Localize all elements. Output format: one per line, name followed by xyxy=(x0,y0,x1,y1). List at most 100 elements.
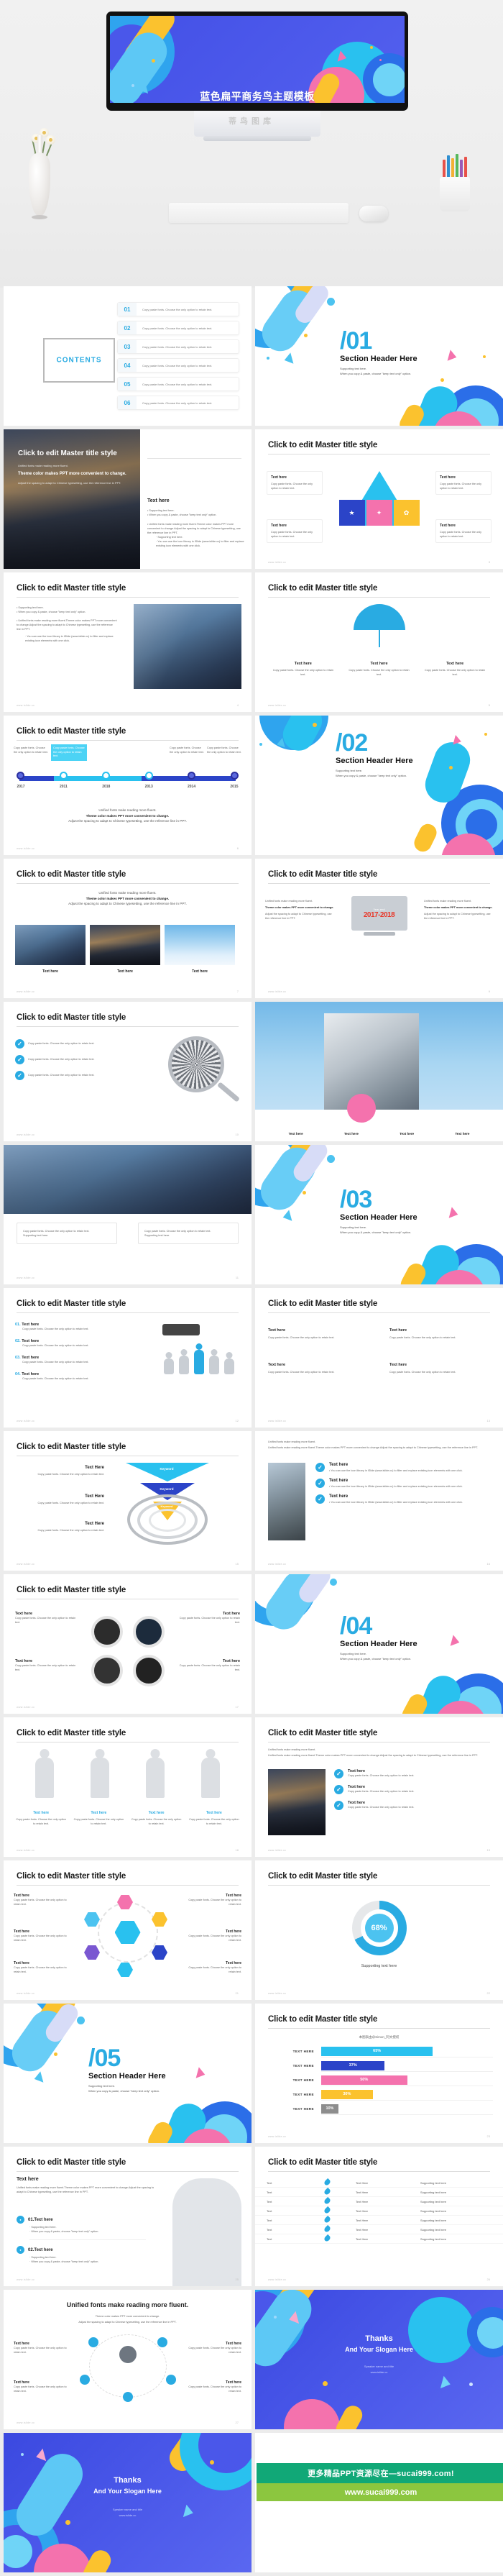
slide-master-title: Click to edit Master title style xyxy=(17,1872,126,1881)
slide-timeline[interactable]: Click to edit Master title style 2017 20… xyxy=(4,716,251,855)
slide-stock-card[interactable]: Click to edit Master title style Unified… xyxy=(255,859,503,998)
slide-building-photo[interactable]: Text here Text here Text here Text here xyxy=(255,1002,503,1141)
funnel-label: Text Here xyxy=(85,1522,104,1526)
contents-item[interactable]: 03 Copy paste fonts. Choose the only opt… xyxy=(117,339,239,354)
body-text: Unified fonts make reading more fluent.T… xyxy=(268,1754,479,1757)
body-text: Copy paste fonts. Choose the only option… xyxy=(22,1344,89,1348)
slide-person-list[interactable]: Click to edit Master title style Text he… xyxy=(4,2147,251,2286)
donut-chart: 68% xyxy=(351,1901,407,1955)
slide-sky-boxes[interactable]: Copy paste fonts. Choose the only option… xyxy=(4,1145,251,1284)
slide-thanks-2[interactable]: Thanks And Your Slogan Here Speaker name… xyxy=(4,2433,251,2572)
slide-donut-chart[interactable]: Click to edit Master title style 68% Sup… xyxy=(255,1860,503,2000)
table-row: Text Text Here Supporting text here xyxy=(255,2224,503,2234)
slide-row: Click to edit Master title style • Suppo… xyxy=(0,572,503,712)
body-text: Unified fonts make reading more fluent. xyxy=(18,464,68,467)
slide-aerial-checks[interactable]: Unified fonts make reading more fluent. … xyxy=(255,1431,503,1571)
bullet-icon: ● xyxy=(17,2216,24,2224)
slide-page-number: 4 xyxy=(236,703,239,707)
slide-row: Thanks And Your Slogan Here Speaker name… xyxy=(0,2433,503,2572)
slide-page-number: 25 xyxy=(235,2278,239,2281)
stock-card-year: 2017-2018 xyxy=(363,911,395,919)
table-cell: Supporting text here xyxy=(420,2209,447,2213)
list-number: 01. xyxy=(15,1323,21,1327)
contents-item[interactable]: 05 Copy paste fonts. Choose the only opt… xyxy=(117,377,239,391)
section-sub1: Supporting text here. xyxy=(88,2083,116,2088)
slide-footer-banner[interactable]: 更多精品PPT资源尽在—sucai999.com! www.sucai999.c… xyxy=(255,2433,503,2572)
body-text: Copy paste fonts. Choose the only option… xyxy=(179,1617,240,1625)
slide-section-04[interactable]: /04 Section Header Here Supporting text … xyxy=(255,1574,503,1714)
donut-caption: Supporting text here xyxy=(361,1964,397,1968)
slide-section-01[interactable]: /01 Section Header Here Supporting text … xyxy=(255,286,503,426)
drop-icon xyxy=(323,2234,331,2243)
text-here-heading: Text here xyxy=(440,523,456,528)
slide-row: Click to edit Master title style Text he… xyxy=(0,1860,503,2000)
check-icon: ✓ xyxy=(15,1039,24,1049)
slide-photo-text[interactable]: Click to edit Master title style Unified… xyxy=(4,429,251,569)
slide-bar-chart[interactable]: Click to edit Master title style 本图表由@Si… xyxy=(255,2004,503,2143)
slide-magnifier[interactable]: Click to edit Master title style ✓ Copy … xyxy=(4,1002,251,1141)
contents-screen: CONTENTS xyxy=(43,338,115,383)
table-cell: Text xyxy=(267,2237,272,2241)
body-text: Supporting text here. xyxy=(144,1234,170,1238)
body-text: Copy paste fonts. Choose the only option… xyxy=(14,1966,67,1974)
slide-three-photos[interactable]: Click to edit Master title style Unified… xyxy=(4,859,251,998)
timeline-year: 2018 xyxy=(102,785,111,789)
slide-text-blocks[interactable]: Click to edit Master title style Text he… xyxy=(255,1288,503,1428)
slide-city-checks[interactable]: Click to edit Master title style Unified… xyxy=(255,1717,503,1857)
bullet-text: Supporting text here. xyxy=(149,509,175,512)
bar-category-label: TEXT HERE xyxy=(292,2064,314,2068)
slide-triangle-infographic[interactable]: Click to edit Master title style ★ ✦ ✿ T… xyxy=(255,429,503,569)
contents-item[interactable]: 02 Copy paste fonts. Choose the only opt… xyxy=(117,321,239,335)
slide-section-03[interactable]: /03 Section Header Here Supporting text … xyxy=(255,1145,503,1284)
slide-contents[interactable]: CONTENTS 01 Copy paste fonts. Choose the… xyxy=(4,286,251,426)
body-text: Supporting text here. xyxy=(31,2256,57,2260)
slide-silhouettes[interactable]: Click to edit Master title style Text he… xyxy=(4,1717,251,1857)
person-silhouette xyxy=(172,2178,241,2286)
bar-chart-row: TEXT HERE 65% xyxy=(265,2045,493,2057)
slide-section-05[interactable]: /05 Section Header Here Supporting text … xyxy=(4,2004,251,2143)
monitor-watermark: 蒂鸟图库 xyxy=(229,117,274,126)
promo-banner[interactable]: 更多精品PPT资源尽在—sucai999.com! xyxy=(257,2463,503,2483)
slide-footer-url: www.islide.cc xyxy=(17,2278,35,2281)
body-text: Copy paste fonts. Choose the only option… xyxy=(16,1818,66,1826)
slide-table[interactable]: Click to edit Master title style Text Tex… xyxy=(255,2147,503,2286)
timeline-callout: Copy paste fonts. Choose the only option… xyxy=(14,746,48,754)
text-here-heading: Text here xyxy=(389,1328,407,1333)
slide-people-infographic[interactable]: Click to edit Master title style 01. Tex… xyxy=(4,1288,251,1428)
table-cell: Text Here xyxy=(356,2237,369,2241)
contents-item[interactable]: 06 Copy paste fonts. Choose the only opt… xyxy=(117,396,239,410)
slide-footer-url: www.islide.cc xyxy=(268,1849,287,1852)
promo-url-banner[interactable]: www.sucai999.com xyxy=(257,2483,503,2501)
section-header: Section Header Here xyxy=(336,756,413,765)
table-cell: Text xyxy=(267,2180,272,2185)
text-here-heading: Text here xyxy=(17,2177,39,2182)
bar-category-label: TEXT HERE xyxy=(292,2078,314,2082)
slide-cycle-diagram[interactable]: Click to edit Master title style Text he… xyxy=(4,1860,251,2000)
contents-item-text: Copy paste fonts. Choose the only option… xyxy=(142,401,213,405)
slide-thanks-1[interactable]: Thanks And Your Slogan Here Speaker name… xyxy=(255,2290,503,2429)
slide-master-title: Click to edit Master title style xyxy=(17,1586,126,1594)
slide-photo-collage[interactable]: Click to edit Master title style • Suppo… xyxy=(4,572,251,712)
timeline-callout-highlight: Copy paste fonts. Choose the only option… xyxy=(51,744,87,762)
slide-section-02[interactable]: /02 Section Header Here Supporting text … xyxy=(255,716,503,855)
monitor-screen: 蓝色扁平商务鸟主题模板 Subtitle here Speaker name a… xyxy=(110,16,405,103)
slide-footer-url: www.islide.cc xyxy=(17,1420,35,1422)
body-text-bold: Theme color makes PPT more convenient to… xyxy=(265,906,334,910)
contents-item-number: 02 xyxy=(118,321,137,334)
drop-icon xyxy=(323,2196,331,2206)
contents-item[interactable]: 04 Copy paste fonts. Choose the only opt… xyxy=(117,358,239,373)
slide-umbrella[interactable]: Click to edit Master title style Text he… xyxy=(255,572,503,712)
check-icon: ✓ xyxy=(315,1494,325,1504)
bar-value: 37% xyxy=(321,2060,385,2070)
slide-circle-photos[interactable]: Click to edit Master title style Text he… xyxy=(4,1574,251,1714)
slide-funnel[interactable]: Click to edit Master title style Keyword… xyxy=(4,1431,251,1571)
contents-item[interactable]: 01 Copy paste fonts. Choose the only opt… xyxy=(117,302,239,316)
table-row: Text Text Here Supporting text here xyxy=(255,2187,503,2197)
slide-row: Click to edit Master title style Unified… xyxy=(0,429,503,569)
contents-item-number: 06 xyxy=(118,396,137,409)
umbrella-stick xyxy=(378,630,380,647)
slide-network[interactable]: Unified fonts make reading more fluent. … xyxy=(4,2290,251,2429)
text-here-heading: Text here xyxy=(117,969,133,974)
funnel-desc: Copy paste fonts. Choose the only option… xyxy=(37,1502,104,1504)
section-sub2: When you copy & paste, choose "keep text… xyxy=(336,773,407,777)
